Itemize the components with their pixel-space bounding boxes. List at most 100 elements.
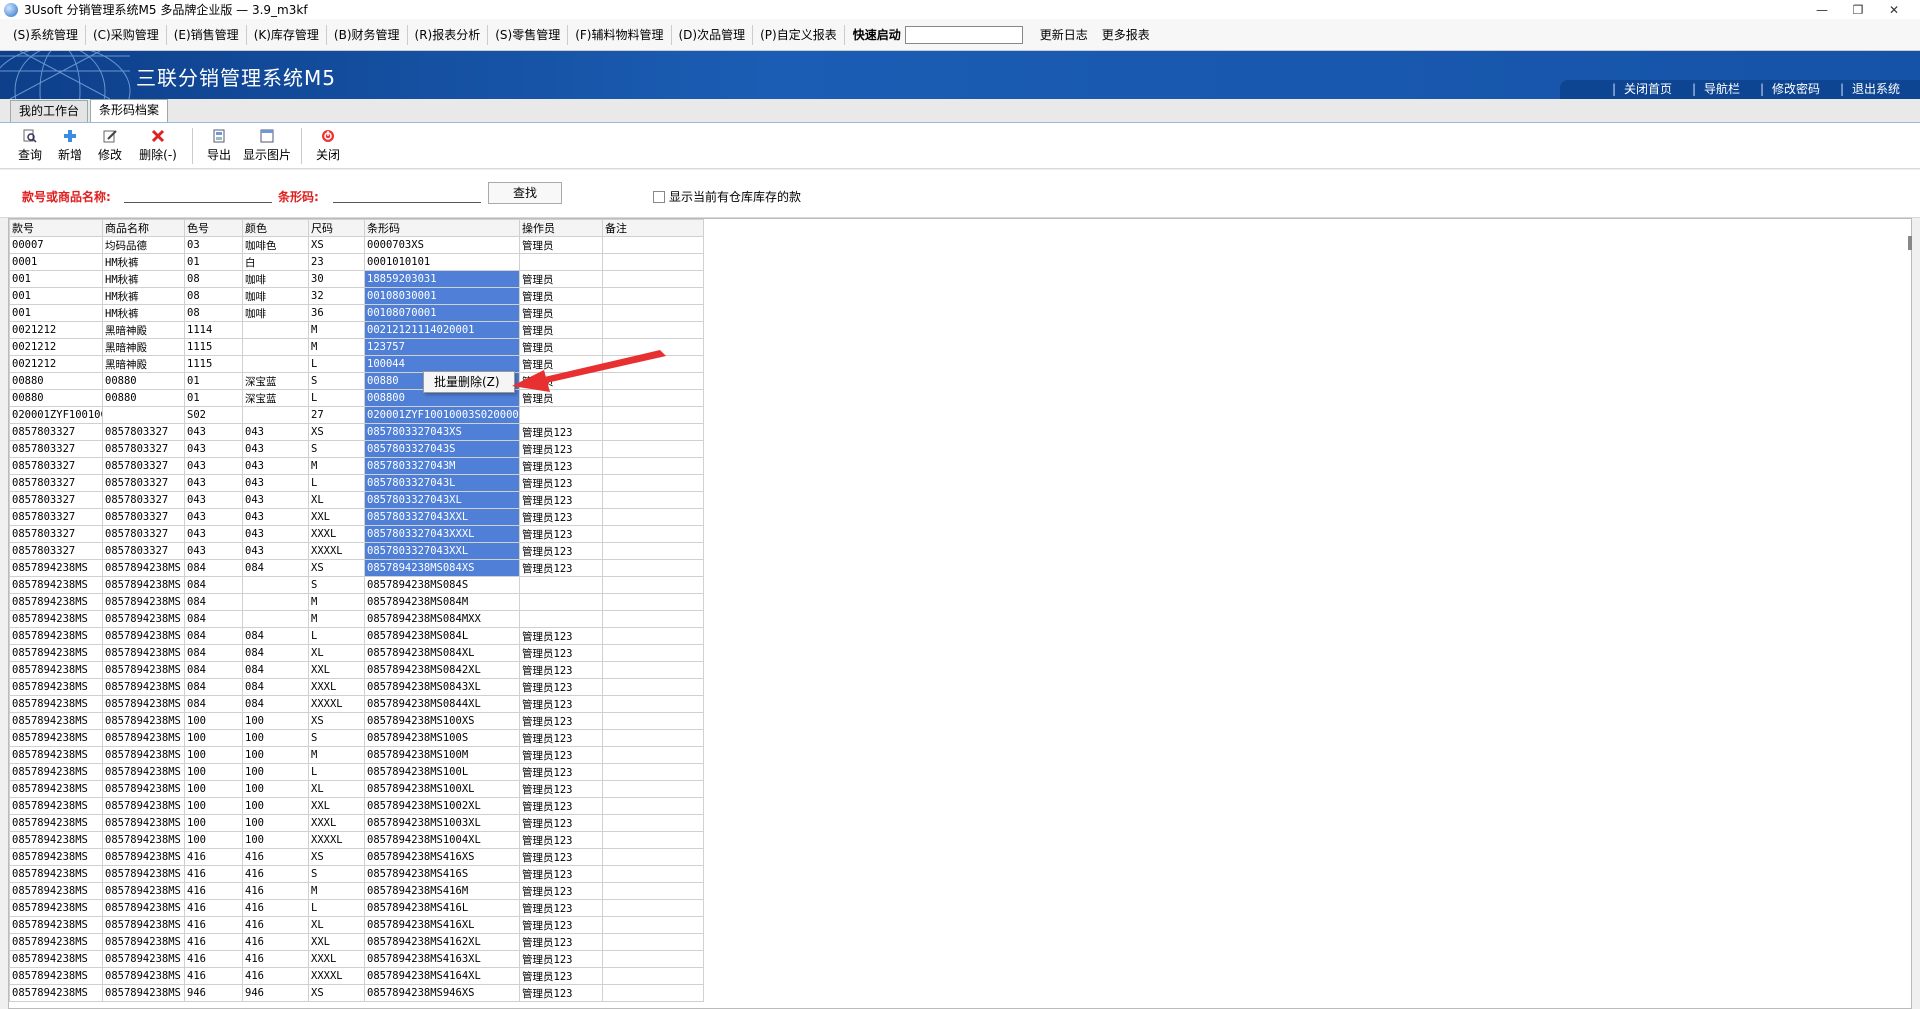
table-cell[interactable]: 0857894238MS — [9, 950, 103, 968]
table-cell[interactable] — [519, 610, 603, 628]
table-cell[interactable]: 03 — [184, 236, 243, 254]
table-cell[interactable] — [602, 729, 704, 747]
column-header[interactable]: 备注 — [602, 219, 704, 237]
table-cell[interactable]: 100 — [184, 814, 243, 832]
table-cell[interactable]: 0857894238MS — [9, 559, 103, 577]
tab-workbench[interactable]: 我的工作台 — [10, 100, 89, 122]
table-cell[interactable]: 00880 — [9, 389, 103, 407]
table-cell[interactable]: 0857894238MS — [9, 967, 103, 985]
menu-materials[interactable]: (F)辅料物料管理 — [568, 24, 672, 45]
table-row[interactable]: 0021212 黑暗神殿 1115 L 100044 管理员 — [9, 355, 704, 373]
table-cell[interactable] — [602, 508, 704, 526]
table-row[interactable]: 0857894238MS 0857894238MS 100 100 L 085789423… — [9, 763, 704, 781]
table-cell[interactable]: 084 — [242, 678, 309, 696]
table-cell[interactable]: S — [308, 440, 365, 458]
table-cell[interactable]: 0857894238MS — [102, 967, 185, 985]
table-cell[interactable]: 0857803327 — [102, 508, 185, 526]
table-cell[interactable]: XXL — [308, 933, 365, 951]
table-row[interactable]: 020001ZYF10010C S02 27 020001ZYF10010003S02… — [9, 406, 704, 424]
table-cell[interactable]: HM秋裤 — [102, 270, 185, 288]
table-cell[interactable]: 946 — [242, 984, 309, 1002]
table-cell[interactable]: 001 — [9, 304, 103, 322]
table-cell[interactable] — [602, 593, 704, 611]
table-row[interactable]: 0857803327 0857803327 043 043 XXXXL 085780332… — [9, 542, 704, 560]
table-cell[interactable]: 均码品德 — [102, 236, 185, 254]
table-cell[interactable]: XXL — [308, 797, 365, 815]
table-cell[interactable] — [602, 814, 704, 832]
table-cell[interactable]: 管理员123 — [519, 899, 603, 917]
table-cell[interactable]: 416 — [184, 950, 243, 968]
table-cell[interactable]: 084 — [184, 644, 243, 662]
table-cell[interactable]: 100 — [184, 797, 243, 815]
table-cell[interactable]: 管理员123 — [519, 950, 603, 968]
table-row[interactable]: 00007 均码品德 03 咖啡色 XS 0000703XS 管理员 — [9, 236, 704, 254]
menu-sales[interactable]: (E)销售管理 — [167, 24, 247, 45]
column-header[interactable]: 尺码 — [308, 219, 365, 237]
table-cell[interactable] — [602, 338, 704, 356]
column-header[interactable]: 操作员 — [519, 219, 603, 237]
quick-launch-input[interactable] — [904, 25, 1023, 44]
menu-purchase[interactable]: (C)采购管理 — [86, 24, 167, 45]
nav-bar-link[interactable]: 导航栏 — [1682, 80, 1750, 99]
table-cell[interactable]: 0857803327 — [9, 525, 103, 543]
table-cell[interactable]: 管理员123 — [519, 882, 603, 900]
context-menu-batch-delete[interactable]: 批量删除(Z) — [423, 371, 515, 393]
table-cell[interactable]: 0857803327043XXL — [364, 508, 520, 526]
table-cell[interactable]: 0857894238MS — [102, 797, 185, 815]
table-cell[interactable]: 管理员123 — [519, 967, 603, 985]
table-cell[interactable]: 管理员123 — [519, 984, 603, 1002]
table-cell[interactable]: 0857894238MS — [9, 882, 103, 900]
table-cell[interactable]: 管理员123 — [519, 559, 603, 577]
table-cell[interactable]: 043 — [242, 474, 309, 492]
exit-system-link[interactable]: 退出系统 — [1830, 80, 1910, 99]
table-row[interactable]: 0857894238MS 0857894238MS 084 M 0857894238MS… — [9, 593, 704, 611]
table-cell[interactable]: 0021212 — [9, 355, 103, 373]
table-cell[interactable]: 00880 — [9, 372, 103, 390]
table-cell[interactable]: 0857803327 — [9, 508, 103, 526]
table-cell[interactable]: XXXXL — [308, 831, 365, 849]
table-cell[interactable]: 管理员123 — [519, 729, 603, 747]
table-cell[interactable]: 黑暗神殿 — [102, 321, 185, 339]
table-cell[interactable]: 0857803327 — [9, 457, 103, 475]
table-cell[interactable]: 416 — [184, 899, 243, 917]
table-cell[interactable]: 0857894238MS4164XL — [364, 967, 520, 985]
table-cell[interactable]: 0857894238MS416XL — [364, 916, 520, 934]
table-row[interactable]: 0857803327 0857803327 043 043 XXXL 0857803327… — [9, 525, 704, 543]
table-cell[interactable]: 0857894238MS — [9, 678, 103, 696]
table-cell[interactable] — [602, 933, 704, 951]
close-window-button[interactable]: ✕ — [1876, 0, 1912, 19]
table-cell[interactable]: 0857803327 — [9, 423, 103, 441]
table-cell[interactable]: 00108030001 — [364, 287, 520, 305]
table-cell[interactable]: 100 — [184, 831, 243, 849]
table-cell[interactable]: 0857894238MS — [102, 780, 185, 798]
table-cell[interactable]: 416 — [242, 916, 309, 934]
table-cell[interactable]: 01 — [184, 389, 243, 407]
table-cell[interactable]: 0857803327 — [102, 542, 185, 560]
table-cell[interactable]: 0857894238MS084S — [364, 576, 520, 594]
table-row[interactable]: 0857894238MS 0857894238MS 416 416 XXXL 085789… — [9, 950, 704, 968]
table-cell[interactable]: 1115 — [184, 338, 243, 356]
table-cell[interactable]: L — [308, 389, 365, 407]
table-cell[interactable] — [242, 406, 309, 424]
table-row[interactable]: 0857894238MS 0857894238MS 100 100 M 085789423… — [9, 746, 704, 764]
table-row[interactable]: 00880 00880 01 深宝蓝 S 00880 管理员 — [9, 372, 704, 390]
table-cell[interactable] — [102, 406, 185, 424]
table-row[interactable]: 0857894238MS 0857894238MS 084 084 XS 08578942… — [9, 559, 704, 577]
table-cell[interactable]: 36 — [308, 304, 365, 322]
table-cell[interactable]: 深宝蓝 — [242, 389, 309, 407]
table-cell[interactable]: 0857894238MS — [9, 746, 103, 764]
table-cell[interactable]: 0857894238MS — [102, 814, 185, 832]
table-row[interactable]: 0857894238MS 0857894238MS 084 084 XL 08578942… — [9, 644, 704, 662]
table-cell[interactable]: 管理员123 — [519, 474, 603, 492]
table-row[interactable]: 001 HM秋裤 08 咖啡 30 18859203031 管理员 — [9, 270, 704, 288]
table-cell[interactable]: XL — [308, 916, 365, 934]
table-cell[interactable]: 0857894238MS — [9, 831, 103, 849]
table-cell[interactable]: 0857803327 — [9, 491, 103, 509]
table-cell[interactable]: 32 — [308, 287, 365, 305]
change-password-link[interactable]: 修改密码 — [1750, 80, 1830, 99]
table-cell[interactable]: XS — [308, 236, 365, 254]
table-cell[interactable]: 0857894238MS084MXX — [364, 610, 520, 628]
table-cell[interactable]: XL — [308, 780, 365, 798]
table-cell[interactable]: 管理员 — [519, 389, 603, 407]
column-header[interactable]: 条形码 — [364, 219, 520, 237]
